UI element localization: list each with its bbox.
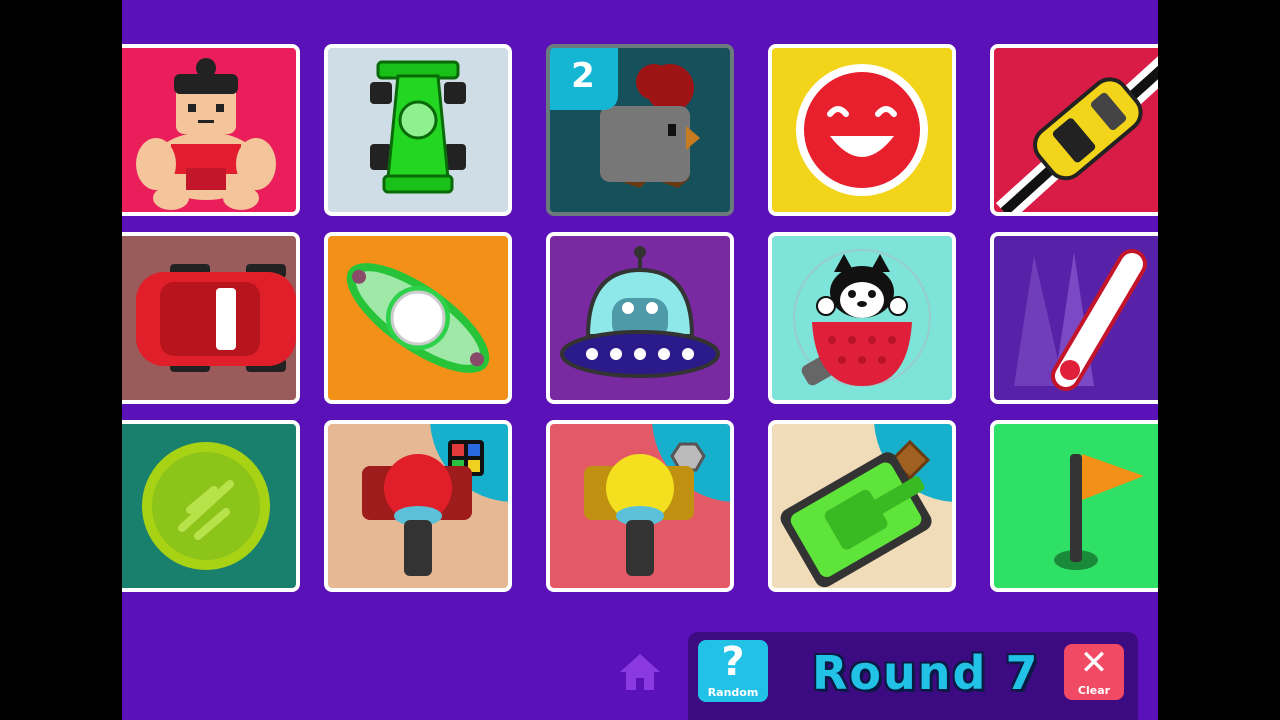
tile-green-ball[interactable] <box>122 420 300 592</box>
game-board: 2 ? Random Round 7 ✕ Clear <box>122 0 1158 720</box>
random-label: Random <box>707 686 759 699</box>
clear-button[interactable]: ✕ Clear <box>1064 644 1124 700</box>
home-button[interactable] <box>616 648 664 696</box>
tile-red-turret[interactable] <box>324 420 512 592</box>
tile-tank[interactable] <box>768 420 956 592</box>
tile-formula-car[interactable] <box>324 44 512 216</box>
sports-car-icon <box>995 56 1158 212</box>
count-badge: 2 <box>550 48 618 110</box>
race-car-icon <box>370 60 466 194</box>
ufo-icon <box>560 246 720 378</box>
smiley-icon <box>796 64 928 196</box>
clear-label: Clear <box>1077 684 1111 697</box>
tile-sumo[interactable] <box>122 44 300 216</box>
tile-rooster[interactable]: 2 <box>546 44 734 216</box>
tile-flag[interactable] <box>990 420 1158 592</box>
tile-pinball[interactable] <box>990 232 1158 404</box>
spaceship-icon <box>346 263 490 373</box>
tile-spaceship[interactable] <box>324 232 512 404</box>
flag-icon <box>1054 454 1144 570</box>
question-icon: ? <box>721 639 745 685</box>
tank-icon <box>780 439 932 588</box>
car-top-icon <box>136 264 296 372</box>
ball-icon <box>142 442 270 570</box>
tile-red-car[interactable] <box>122 232 300 404</box>
tile-smiley[interactable] <box>768 44 956 216</box>
round-counter: Round 7 <box>812 646 1040 700</box>
tile-yellow-car[interactable] <box>990 44 1158 216</box>
sumo-icon <box>136 58 276 210</box>
tile-yellow-turret[interactable] <box>546 420 734 592</box>
tile-dog-bowl[interactable] <box>768 232 956 404</box>
turret-icon <box>362 440 484 576</box>
dog-icon <box>793 249 931 387</box>
home-icon <box>620 654 660 690</box>
close-icon: ✕ <box>1079 643 1109 683</box>
turret-icon <box>584 442 706 576</box>
tile-ufo[interactable] <box>546 232 734 404</box>
pinball-icon <box>1014 249 1147 391</box>
random-button[interactable]: ? Random <box>698 640 768 702</box>
